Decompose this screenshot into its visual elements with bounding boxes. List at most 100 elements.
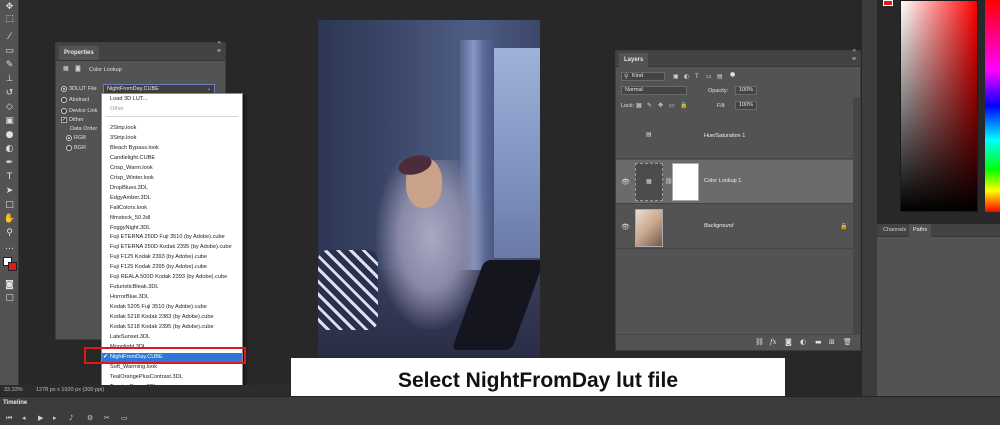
lut-menu-item[interactable]: EdgyAmber.3DL bbox=[102, 194, 242, 204]
blend-mode-select[interactable]: Normal bbox=[621, 86, 687, 95]
new-layer-icon[interactable]: ⊞ bbox=[829, 338, 835, 346]
move-tool-icon[interactable]: ✥ bbox=[3, 2, 16, 13]
lock-position-icon[interactable]: ✥ bbox=[658, 102, 663, 109]
lut-menu-item[interactable]: FoggyNight.3DL bbox=[102, 224, 242, 234]
filter-kind-select[interactable]: ⚲ Kind bbox=[621, 72, 665, 81]
marquee-tool-icon[interactable]: ⬚ bbox=[3, 14, 16, 25]
lut-menu-item[interactable]: Crisp_Winter.look bbox=[102, 174, 242, 184]
document-canvas[interactable] bbox=[318, 20, 540, 357]
lut-menu-item[interactable]: DropBlues.3DL bbox=[102, 184, 242, 194]
visibility-eye-icon[interactable]: 👁 bbox=[621, 178, 630, 186]
opacity-field[interactable]: 100% bbox=[735, 86, 757, 95]
collapse-icon[interactable]: « bbox=[218, 40, 221, 46]
adjustment-icon[interactable]: ◐ bbox=[800, 338, 806, 346]
rectangle-tool-icon[interactable]: □ bbox=[3, 200, 16, 211]
lut-menu-item[interactable]: Soft_Warming.look bbox=[102, 363, 242, 373]
filter-toggle-icon[interactable]: ● bbox=[730, 71, 735, 78]
filter-shape-icon[interactable]: ▭ bbox=[706, 73, 712, 80]
split-scissors-icon[interactable]: ✂ bbox=[104, 414, 110, 422]
more-tools-icon[interactable]: … bbox=[3, 242, 16, 253]
collapse-icon[interactable]: « bbox=[853, 48, 856, 54]
lut-menu-item[interactable]: Kodak 5218 Kodak 2395 (by Adobe).cube bbox=[102, 323, 242, 333]
fx-icon[interactable]: fx bbox=[770, 338, 777, 346]
next-frame-icon[interactable]: ▸ bbox=[53, 414, 57, 422]
gradient-tool-icon[interactable]: ▣ bbox=[3, 116, 16, 127]
lut-menu-item[interactable]: Kodak 5218 Kodak 2383 (by Adobe).cube bbox=[102, 313, 242, 323]
tab-paths[interactable]: Paths bbox=[909, 224, 932, 237]
filter-type-icon[interactable]: T bbox=[695, 73, 699, 80]
lut-menu-item[interactable]: Fuji ETERNA 250D Fuji 3510 (by Adobe).cu… bbox=[102, 233, 242, 243]
lut-menu-item[interactable]: Fuji ETERNA 250D Kodak 2395 (by Adobe).c… bbox=[102, 243, 242, 253]
layer-name[interactable]: Color Lookup 1 bbox=[704, 178, 741, 184]
history-brush-tool-icon[interactable]: ↺ bbox=[3, 88, 16, 99]
filter-pixel-icon[interactable]: ▣ bbox=[673, 73, 679, 80]
layer-name[interactable]: Hue/Saturation 1 bbox=[704, 133, 745, 139]
play-icon[interactable]: ▶ bbox=[38, 414, 43, 422]
current-color-swatch[interactable] bbox=[883, 0, 893, 6]
first-frame-icon[interactable]: ⏮ bbox=[6, 414, 12, 423]
zoom-level[interactable]: 33.33% bbox=[4, 387, 23, 393]
tab-properties[interactable]: Properties bbox=[59, 46, 99, 60]
lut-menu-item[interactable]: 3Strip.look bbox=[102, 134, 242, 144]
lut-menu-item[interactable]: Candlelight.CUBE bbox=[102, 154, 242, 164]
audio-icon[interactable]: ♪ bbox=[69, 414, 73, 422]
radio-rgb[interactable] bbox=[66, 135, 72, 141]
lut-menu-item[interactable]: FuturisticBleak.3DL bbox=[102, 283, 242, 293]
group-icon[interactable]: ▬ bbox=[815, 338, 822, 346]
brush-tool-icon[interactable]: ✎ bbox=[3, 60, 16, 71]
radio-bgr[interactable] bbox=[66, 145, 72, 151]
link-icon[interactable]: ⛓ bbox=[755, 338, 764, 346]
mask-icon[interactable]: ◙ bbox=[785, 338, 792, 346]
radio-abstract[interactable] bbox=[61, 97, 67, 103]
blur-tool-icon[interactable]: ● bbox=[3, 130, 16, 141]
lut-menu-item[interactable]: TealOrangePlusContrast.3DL bbox=[102, 373, 242, 383]
lut-menu-item[interactable]: Bleach Bypass.look bbox=[102, 144, 242, 154]
tab-channels[interactable]: Channels bbox=[879, 224, 910, 237]
hue-slider[interactable] bbox=[985, 0, 1000, 212]
visibility-eye-icon[interactable]: 👁 bbox=[621, 223, 630, 231]
hand-tool-icon[interactable]: ✋ bbox=[3, 214, 16, 225]
background-color-swatch[interactable] bbox=[8, 262, 17, 271]
type-tool-icon[interactable]: T bbox=[3, 172, 16, 183]
lut-menu-item[interactable]: FallColors.look bbox=[102, 204, 242, 214]
layer-row-background[interactable]: 👁 Background 🔒 bbox=[616, 205, 854, 249]
trash-icon[interactable]: 🗑 bbox=[843, 338, 852, 346]
lut-menu-item[interactable]: Fuji REALA 500D Kodak 2393 (by Adobe).cu… bbox=[102, 273, 242, 283]
panel-menu-icon[interactable]: ≡ bbox=[852, 56, 856, 63]
radio-device-link[interactable] bbox=[61, 108, 67, 114]
dither-checkbox[interactable]: ✓ bbox=[61, 117, 67, 123]
clone-stamp-tool-icon[interactable]: ⊥ bbox=[3, 74, 16, 85]
layers-scrollbar[interactable] bbox=[853, 97, 860, 335]
layer-mask-thumbnail[interactable] bbox=[672, 163, 699, 201]
lut-menu-item[interactable]: LateSunset.3DL bbox=[102, 333, 242, 343]
lut-menu-item[interactable]: HorrorBlue.3DL bbox=[102, 293, 242, 303]
transition-icon[interactable]: ▭ bbox=[121, 414, 128, 422]
layer-row-color-lookup[interactable]: 👁 ▦ ⛓ Color Lookup 1 bbox=[616, 160, 854, 204]
prev-frame-icon[interactable]: ◂ bbox=[22, 414, 26, 422]
lock-image-icon[interactable]: ✎ bbox=[647, 102, 652, 109]
radio-3dlut[interactable] bbox=[61, 86, 67, 92]
zoom-tool-icon[interactable]: ⚲ bbox=[3, 228, 16, 239]
healing-brush-tool-icon[interactable]: ▭ bbox=[3, 46, 16, 57]
eraser-tool-icon[interactable]: ◇ bbox=[3, 102, 16, 113]
lut-menu-item[interactable]: Fuji F125 Kodak 2393 (by Adobe).cube bbox=[102, 253, 242, 263]
lock-artboard-icon[interactable]: ▭ bbox=[669, 102, 675, 109]
lut-menu-item[interactable]: Crisp_Warm.look bbox=[102, 164, 242, 174]
mask-icon[interactable]: ◙ bbox=[75, 65, 81, 72]
lock-transparent-icon[interactable]: ▦ bbox=[636, 102, 642, 109]
filter-smart-object-icon[interactable]: ▤ bbox=[717, 73, 723, 80]
lut-menu-item[interactable]: Fuji F125 Kodak 2395 (by Adobe).cube bbox=[102, 263, 242, 273]
lut-menu-item[interactable]: 2Strip.look bbox=[102, 124, 242, 134]
pen-tool-icon[interactable]: ✒ bbox=[3, 158, 16, 169]
color-field[interactable] bbox=[900, 0, 978, 212]
layer-row-hue-saturation[interactable]: ▤ Hue/Saturation 1 bbox=[616, 115, 854, 159]
lock-all-icon[interactable]: 🔒 bbox=[680, 102, 687, 109]
quick-mask-icon[interactable]: ◙ bbox=[3, 280, 16, 291]
menu-item-load-3d-lut[interactable]: Load 3D LUT... bbox=[102, 95, 242, 105]
layer-name[interactable]: Background bbox=[704, 223, 733, 229]
timeline-title[interactable]: Timeline bbox=[3, 400, 27, 406]
dodge-tool-icon[interactable]: ◐ bbox=[3, 144, 16, 155]
settings-gear-icon[interactable]: ⚙ bbox=[87, 414, 93, 422]
lut-menu-item[interactable]: filmstock_50.3dl bbox=[102, 214, 242, 224]
tab-layers[interactable]: Layers bbox=[619, 53, 649, 67]
